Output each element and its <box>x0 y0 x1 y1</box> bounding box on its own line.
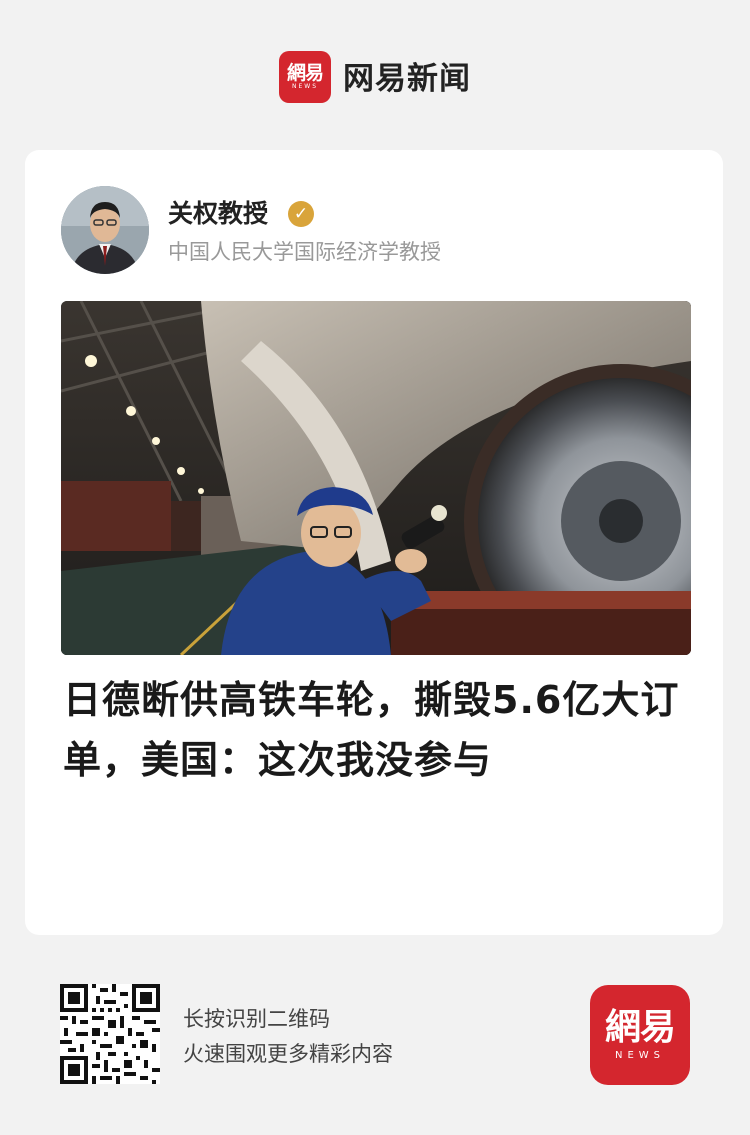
author-title: 中国人民大学国际经济学教授 <box>168 240 441 264</box>
article-card[interactable]: 关权教授 ✓ 中国人民大学国际经济学教授 日德断供高铁车轮，撕毁5.6亿大订单，… <box>25 150 723 935</box>
netease-news-logo-icon: 網易 NEWS <box>279 51 331 103</box>
author-name[interactable]: 关权教授 <box>168 194 268 230</box>
footer-subtext: 火速围观更多精彩内容 <box>183 1042 393 1066</box>
netease-logo-icon: 網易 NEWS <box>590 985 690 1085</box>
top-header: 網易 NEWS 网易新闻 <box>0 0 750 150</box>
app-name: 网易新闻 <box>343 60 471 97</box>
logo-subtext: NEWS <box>291 83 319 90</box>
verified-badge-icon: ✓ <box>288 201 314 227</box>
footer-instruction: 长按识别二维码 <box>183 1007 330 1031</box>
hero-photo[interactable] <box>61 301 691 655</box>
qr-code-icon[interactable] <box>60 984 160 1084</box>
author-avatar[interactable] <box>61 186 149 274</box>
logo-text: 網易 <box>286 62 324 84</box>
footer-logo-text: 網易 <box>604 1006 676 1048</box>
footer-logo-subtext: NEWS <box>614 1050 666 1061</box>
article-headline[interactable]: 日德断供高铁车轮，撕毁5.6亿大订单，美国：这次我没参与 <box>63 670 693 790</box>
